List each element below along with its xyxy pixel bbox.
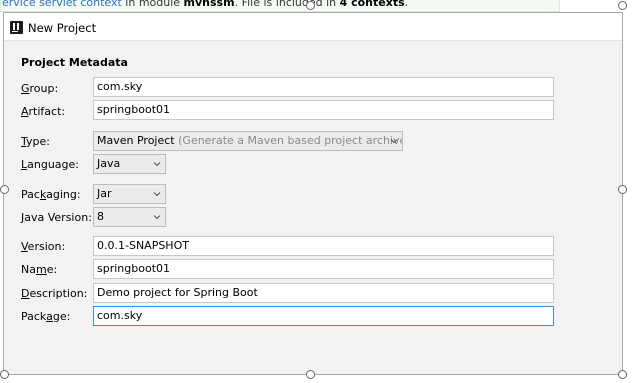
resize-handle-icon[interactable] — [306, 370, 315, 379]
name-input[interactable]: springboot01 — [93, 259, 554, 279]
language-select-value: Java — [97, 157, 121, 170]
packaging-select[interactable]: Jar — [93, 184, 166, 204]
description-input[interactable]: Demo project for Spring Boot — [93, 283, 554, 303]
artifact-label: Artifact: — [21, 105, 66, 118]
chevron-down-icon — [153, 190, 161, 198]
chevron-down-icon — [153, 160, 161, 168]
new-project-dialog: New Project Project Metadata Group: com.… — [3, 12, 623, 375]
name-label: Name: — [21, 263, 58, 276]
resize-handle-icon[interactable] — [0, 370, 9, 379]
java-version-select-value: 8 — [97, 210, 104, 223]
description-label: Description: — [21, 287, 88, 300]
type-select[interactable]: Maven Project (Generate a Maven based pr… — [93, 131, 403, 151]
java-version-label: Java Version: — [21, 211, 92, 224]
intellij-app-icon — [10, 21, 23, 34]
resize-handle-icon[interactable] — [306, 1, 315, 10]
java-version-select[interactable]: 8 — [93, 207, 166, 227]
language-label: Language: — [21, 158, 80, 171]
section-title-project-metadata: Project Metadata — [21, 56, 128, 69]
version-label: Version: — [21, 240, 66, 253]
packaging-label: Packaging: — [21, 188, 81, 201]
package-input[interactable]: com.sky — [93, 306, 554, 326]
dialog-titlebar[interactable]: New Project — [4, 13, 622, 41]
resize-handle-icon[interactable] — [618, 185, 627, 194]
type-select-description: (Generate a Maven based project archive.… — [178, 134, 403, 147]
language-select[interactable]: Java — [93, 154, 166, 174]
version-input[interactable]: 0.0.1-SNAPSHOT — [93, 236, 554, 256]
background-notice-text: ervice servlet context in module mvnssm.… — [2, 0, 408, 9]
dialog-title: New Project — [28, 21, 97, 35]
background-link[interactable]: ervice servlet context — [2, 0, 122, 9]
group-label: Group: — [21, 82, 59, 95]
resize-handle-icon[interactable] — [0, 185, 9, 194]
package-label: Package: — [21, 310, 71, 323]
resize-handle-icon[interactable] — [618, 370, 627, 379]
group-input[interactable]: com.sky — [93, 77, 554, 97]
type-select-value: Maven Project — [97, 134, 175, 147]
artifact-input[interactable]: springboot01 — [93, 100, 554, 120]
type-label: Type: — [21, 135, 50, 148]
resize-handle-icon[interactable] — [618, 1, 627, 10]
background-editor-strip: ervice servlet context in module mvnssm.… — [0, 0, 636, 12]
packaging-select-value: Jar — [97, 187, 112, 200]
chevron-down-icon — [153, 213, 161, 221]
chevron-down-icon — [390, 137, 398, 145]
